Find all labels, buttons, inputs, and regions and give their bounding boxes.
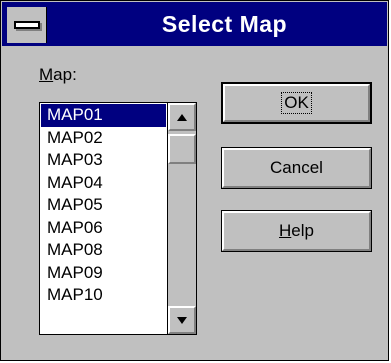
list-item-map01[interactable]: MAP01 — [41, 104, 166, 127]
ok-button-face: OK — [223, 84, 370, 122]
help-button[interactable]: Help — [221, 210, 372, 252]
select-map-dialog: Select Map Map: MAP01 MAP02 MAP03 MAP04 … — [0, 0, 389, 361]
system-menu-button[interactable] — [7, 7, 47, 43]
scroll-thumb[interactable] — [168, 134, 196, 164]
map-label-rest: ap: — [53, 65, 77, 84]
map-label-mnemonic: M — [39, 65, 54, 84]
list-item-map08[interactable]: MAP08 — [41, 239, 166, 262]
list-item-map05[interactable]: MAP05 — [41, 194, 166, 217]
scroll-down-button[interactable] — [168, 306, 196, 334]
cancel-button-label: Cancel — [270, 158, 323, 177]
map-list: MAP01 MAP02 MAP03 MAP04 MAP05 MAP06 MAP0… — [41, 104, 166, 307]
cancel-button[interactable]: Cancel — [221, 147, 372, 189]
list-item-map06[interactable]: MAP06 — [41, 217, 166, 240]
help-mnemonic: H — [279, 221, 292, 240]
dialog-title: Select Map — [161, 11, 288, 37]
title-bar[interactable]: Select Map — [2, 2, 387, 46]
ok-button-label: OK — [281, 92, 312, 114]
list-item-map04[interactable]: MAP04 — [41, 172, 166, 195]
help-button-face: Help — [222, 211, 371, 251]
list-item-map10[interactable]: MAP10 — [41, 284, 166, 307]
list-item-map03[interactable]: MAP03 — [41, 149, 166, 172]
help-button-label: Help — [279, 221, 314, 241]
scroll-up-button[interactable] — [168, 103, 196, 131]
down-arrow-icon — [177, 316, 187, 324]
cancel-button-face: Cancel — [222, 148, 371, 188]
up-arrow-icon — [177, 113, 187, 121]
list-scrollbar[interactable] — [167, 103, 196, 334]
help-label-rest: elp — [291, 221, 314, 240]
ok-button[interactable]: OK — [221, 82, 372, 124]
list-item-map02[interactable]: MAP02 — [41, 127, 166, 150]
map-label: Map: — [39, 65, 77, 85]
map-listbox[interactable]: MAP01 MAP02 MAP03 MAP04 MAP05 MAP06 MAP0… — [39, 102, 197, 335]
system-menu-icon — [13, 21, 40, 29]
list-item-map09[interactable]: MAP09 — [41, 262, 166, 285]
